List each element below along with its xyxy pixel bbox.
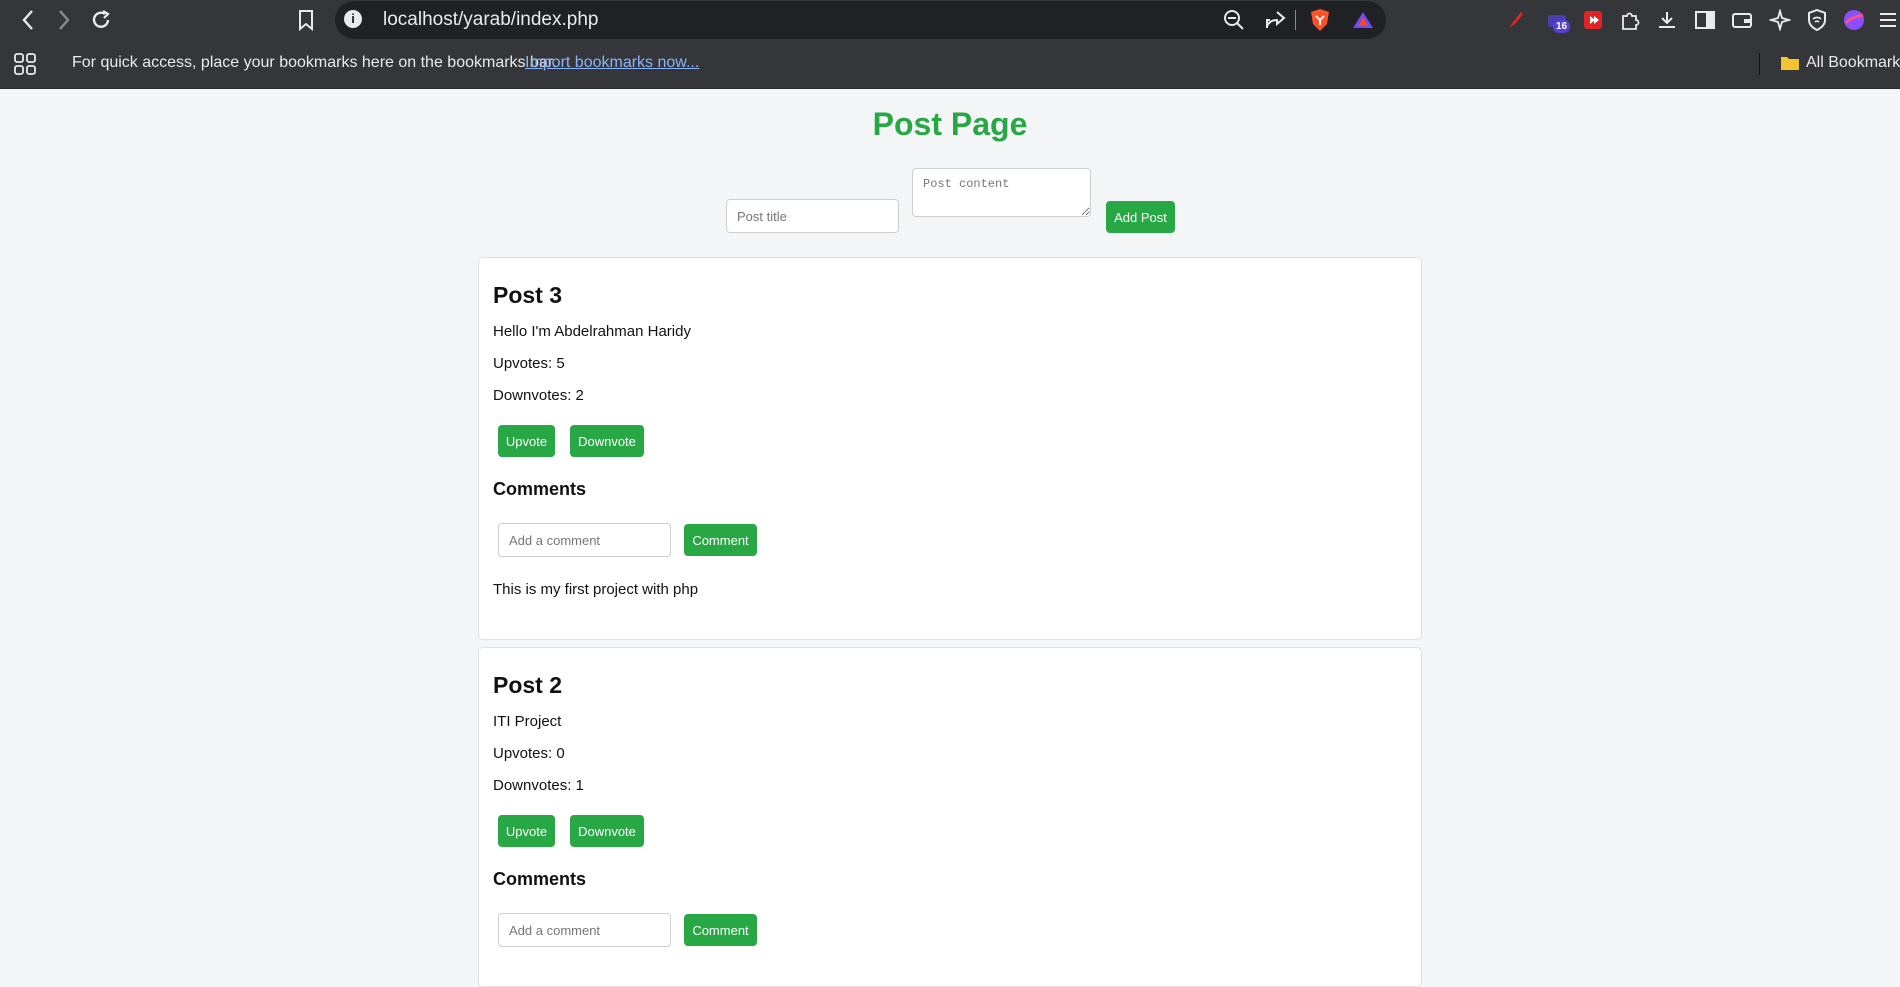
- downvote-button[interactable]: Downvote: [570, 815, 644, 847]
- browser-toolbar: i localhost/yarab/index.php 16: [0, 0, 1900, 40]
- comment-button[interactable]: Comment: [684, 914, 757, 946]
- folder-icon[interactable]: [1779, 53, 1801, 73]
- bookmark-icon[interactable]: [294, 8, 318, 32]
- pen-extension-icon[interactable]: [1504, 8, 1528, 32]
- download-icon[interactable]: [1655, 8, 1679, 32]
- upvote-button[interactable]: Upvote: [498, 425, 555, 457]
- toolbar-divider: [1295, 10, 1296, 30]
- back-icon[interactable]: [16, 8, 40, 32]
- vpn-shield-icon[interactable]: [1805, 8, 1829, 32]
- share-icon[interactable]: [1263, 8, 1287, 32]
- page-content: Post Page Add Post Post 3 Hello I'm Abde…: [0, 89, 1900, 987]
- brave-shields-icon[interactable]: [1307, 7, 1333, 33]
- all-bookmarks-button[interactable]: All Bookmarks: [1806, 54, 1900, 72]
- url-text[interactable]: localhost/yarab/index.php: [383, 9, 598, 31]
- post-content-textarea[interactable]: [912, 168, 1091, 217]
- profile-avatar-icon[interactable]: [1842, 8, 1866, 32]
- post-card: Post 2 ITI Project Upvotes: 0 Downvotes:…: [478, 647, 1422, 987]
- apps-grid-icon[interactable]: [12, 51, 38, 77]
- upvote-count: Upvotes: 5: [493, 355, 565, 372]
- bookmarks-bar-message: For quick access, place your bookmarks h…: [72, 54, 557, 71]
- forward-icon[interactable]: [52, 8, 76, 32]
- bookmarks-divider: [1759, 53, 1760, 75]
- wallet-icon[interactable]: [1730, 8, 1754, 32]
- menu-icon[interactable]: [1876, 8, 1900, 32]
- site-info-icon[interactable]: i: [344, 10, 362, 28]
- post-content: Hello I'm Abdelrahman Haridy: [493, 323, 691, 340]
- post-content: ITI Project: [493, 713, 562, 730]
- add-post-button[interactable]: Add Post: [1106, 201, 1175, 233]
- upvote-button[interactable]: Upvote: [498, 815, 555, 847]
- comment-button[interactable]: Comment: [684, 524, 757, 556]
- downvote-count: Downvotes: 1: [493, 777, 584, 794]
- page-title: Post Page: [872, 106, 1028, 142]
- post-card: Post 3 Hello I'm Abdelrahman Haridy Upvo…: [478, 257, 1422, 640]
- comment-input[interactable]: [498, 523, 671, 557]
- comments-heading: Comments: [493, 479, 587, 499]
- comments-heading: Comments: [493, 869, 587, 889]
- extension-badge-count: 16: [1553, 20, 1571, 33]
- post-title: Post 2: [493, 672, 563, 698]
- video-extension-icon[interactable]: [1581, 8, 1605, 32]
- post-title: Post 3: [493, 282, 563, 308]
- import-bookmarks-link[interactable]: Import bookmarks now...: [525, 54, 699, 72]
- downvote-count: Downvotes: 2: [493, 387, 584, 404]
- reload-icon[interactable]: [89, 8, 113, 32]
- comment-text: This is my first project with php: [493, 581, 699, 598]
- upvote-count: Upvotes: 0: [493, 745, 565, 762]
- zoom-icon[interactable]: [1222, 8, 1246, 32]
- downvote-button[interactable]: Downvote: [570, 425, 644, 457]
- comment-input[interactable]: [498, 913, 671, 947]
- sidebar-icon[interactable]: [1693, 8, 1717, 32]
- extensions-puzzle-icon[interactable]: [1618, 8, 1642, 32]
- ai-sparkle-icon[interactable]: [1768, 8, 1792, 32]
- brave-rewards-icon[interactable]: [1350, 7, 1376, 33]
- post-title-input[interactable]: [726, 199, 899, 233]
- extension-badge-icon[interactable]: 16: [1543, 6, 1571, 36]
